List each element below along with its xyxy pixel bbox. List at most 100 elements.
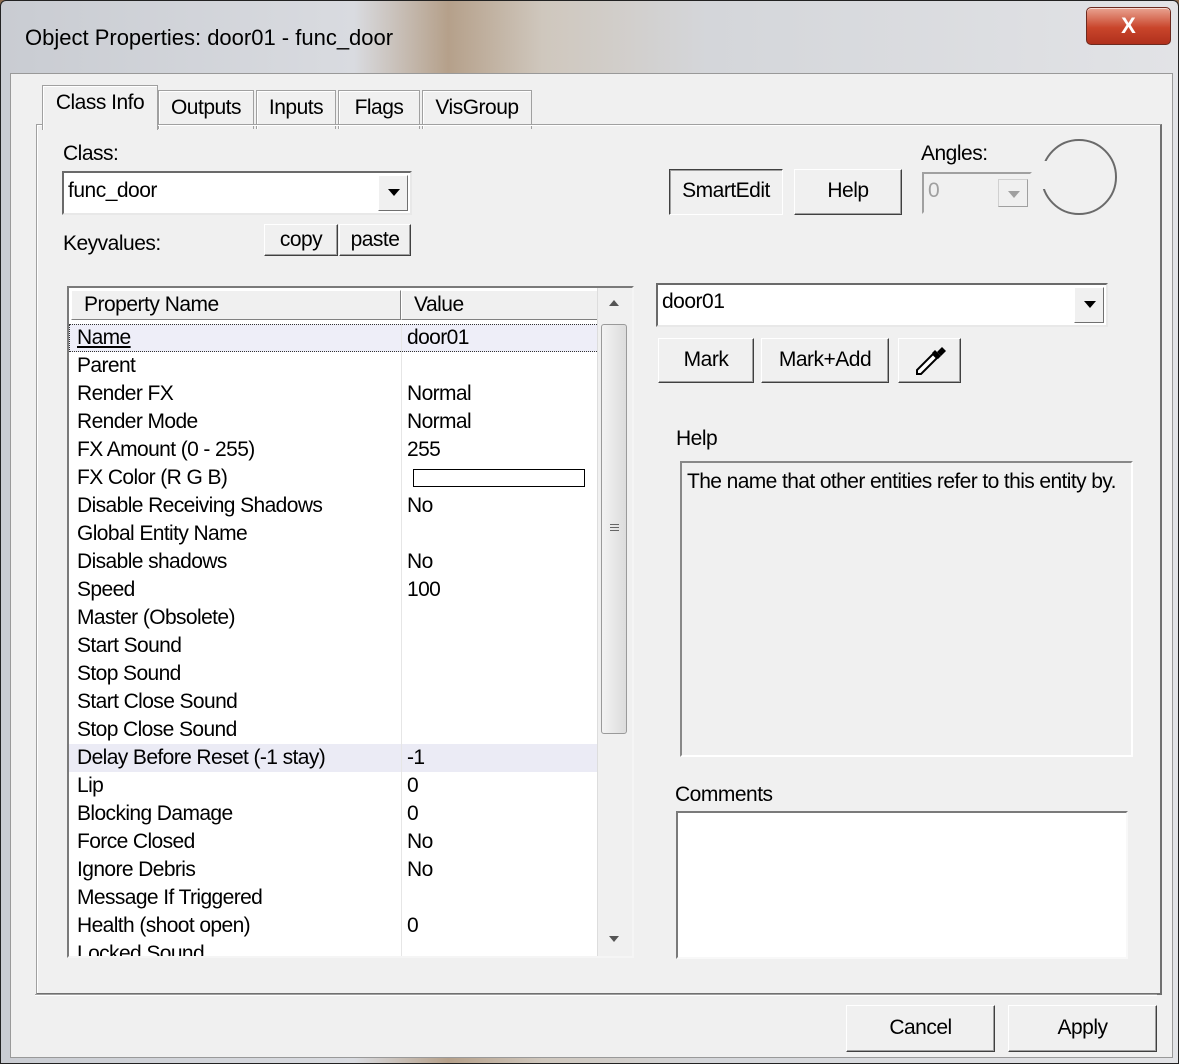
table-row[interactable]: Parent (69, 352, 599, 380)
table-row[interactable]: Start Close Sound (69, 688, 599, 716)
keyvalues-label: Keyvalues: (63, 232, 161, 255)
class-dropdown-button[interactable] (378, 175, 408, 211)
property-name-cell: Delay Before Reset (-1 stay) (77, 746, 326, 769)
table-row[interactable]: Lip 0 (69, 772, 599, 800)
column-separator (401, 548, 402, 576)
help-text: The name that other entities refer to th… (687, 470, 1116, 493)
column-separator (401, 492, 402, 520)
table-row[interactable]: Disable shadows No (69, 548, 599, 576)
class-value: func_door (68, 179, 157, 202)
property-value-cell: Normal (407, 382, 472, 405)
eyedropper-icon (915, 347, 946, 375)
table-row[interactable]: Render Mode Normal (69, 408, 599, 436)
angles-combo[interactable]: 0 (922, 172, 1032, 214)
property-name-cell: Parent (77, 354, 136, 377)
scroll-up-arrow-icon[interactable] (609, 300, 619, 306)
chevron-down-icon (1084, 301, 1096, 308)
class-label: Class: (63, 142, 119, 165)
grip-line (610, 524, 619, 525)
smartedit-toggle[interactable]: SmartEdit (669, 169, 783, 215)
table-row[interactable]: Delay Before Reset (-1 stay) -1 (69, 744, 599, 772)
cancel-button[interactable]: Cancel (846, 1005, 995, 1052)
eyedropper-button[interactable] (898, 338, 961, 383)
table-row[interactable]: FX Amount (0 - 255) 255 (69, 436, 599, 464)
value-combo[interactable]: door01 (656, 283, 1108, 327)
column-separator (401, 436, 402, 464)
property-name-cell: Name (77, 326, 131, 349)
chevron-down-icon (1008, 191, 1020, 198)
scrollbar-thumb[interactable] (601, 324, 627, 734)
table-row[interactable]: Stop Sound (69, 660, 599, 688)
table-row[interactable]: Ignore Debris No (69, 856, 599, 884)
property-name-cell: Message If Triggered (77, 886, 263, 909)
help-text-box: The name that other entities refer to th… (680, 461, 1133, 757)
table-row[interactable]: Message If Triggered (69, 884, 599, 912)
table-row[interactable]: Master (Obsolete) (69, 604, 599, 632)
table-row[interactable]: Health (shoot open) 0 (69, 912, 599, 940)
apply-button[interactable]: Apply (1008, 1005, 1157, 1052)
property-name-cell: Blocking Damage (77, 802, 233, 825)
property-value-cell: No (407, 830, 433, 853)
class-combo[interactable]: func_door (62, 171, 412, 215)
property-name-cell: Render Mode (77, 410, 198, 433)
table-row[interactable]: Blocking Damage 0 (69, 800, 599, 828)
scroll-down-arrow-icon[interactable] (609, 936, 619, 942)
footer-divider (35, 994, 1157, 995)
property-grid[interactable]: Property Name Value Name door01 Parent Rend… (67, 286, 634, 958)
column-separator (401, 576, 402, 604)
property-value-cell: 0 (407, 914, 419, 937)
table-row[interactable]: Name door01 (69, 324, 599, 352)
angle-dial[interactable] (1041, 139, 1117, 215)
property-value-cell: -1 (407, 746, 425, 769)
property-name-cell: Global Entity Name (77, 522, 248, 545)
angles-dropdown-button[interactable] (998, 179, 1028, 207)
col-value[interactable]: Value (401, 290, 598, 320)
property-name-cell: Start Sound (77, 634, 182, 657)
table-row[interactable]: Render FX Normal (69, 380, 599, 408)
property-name-cell: Stop Sound (77, 662, 181, 685)
column-separator (401, 744, 402, 772)
column-separator (401, 324, 402, 352)
property-name-cell: Stop Close Sound (77, 718, 237, 741)
property-value-cell: No (407, 858, 433, 881)
tab-class-info[interactable]: Class Info (42, 85, 158, 130)
table-row[interactable]: Global Entity Name (69, 520, 599, 548)
column-separator (401, 352, 402, 380)
chevron-down-icon (388, 189, 400, 196)
mark-button[interactable]: Mark (658, 338, 754, 383)
property-value-cell: door01 (407, 326, 469, 349)
angles-value: 0 (928, 179, 940, 202)
column-separator (401, 604, 402, 632)
property-name-cell: Lip (77, 774, 104, 797)
table-row[interactable]: Stop Close Sound (69, 716, 599, 744)
table-row[interactable]: Speed 100 (69, 576, 599, 604)
copy-button[interactable]: copy (264, 224, 338, 256)
column-separator (401, 856, 402, 884)
table-row[interactable]: Start Sound (69, 632, 599, 660)
property-value-cell: 255 (407, 438, 441, 461)
angle-dial-gap (1037, 161, 1047, 189)
property-name-cell: Health (shoot open) (77, 914, 251, 937)
value-dropdown-button[interactable] (1074, 287, 1104, 323)
property-name-cell: Force Closed (77, 830, 195, 853)
column-separator (401, 464, 402, 492)
help-button[interactable]: Help (794, 169, 902, 215)
table-row[interactable]: Locked Sound (69, 940, 599, 956)
paste-button[interactable]: paste (339, 224, 411, 256)
grip-line (610, 530, 619, 531)
mark-add-button[interactable]: Mark+Add (761, 338, 889, 383)
table-row[interactable]: FX Color (R G B) (69, 464, 599, 492)
column-separator (401, 520, 402, 548)
column-separator (401, 688, 402, 716)
grip-line (610, 527, 619, 528)
comments-textarea[interactable] (676, 811, 1128, 959)
color-swatch[interactable] (413, 469, 585, 487)
grid-scrollbar[interactable] (597, 288, 632, 956)
close-button[interactable]: X (1086, 7, 1171, 45)
table-row[interactable]: Force Closed No (69, 828, 599, 856)
property-value-cell: Normal (407, 410, 472, 433)
help-section-label: Help (676, 427, 718, 450)
col-property-name[interactable]: Property Name (71, 290, 401, 320)
title-bar[interactable]: Object Properties: door01 - func_door X (1, 1, 1178, 73)
table-row[interactable]: Disable Receiving Shadows No (69, 492, 599, 520)
